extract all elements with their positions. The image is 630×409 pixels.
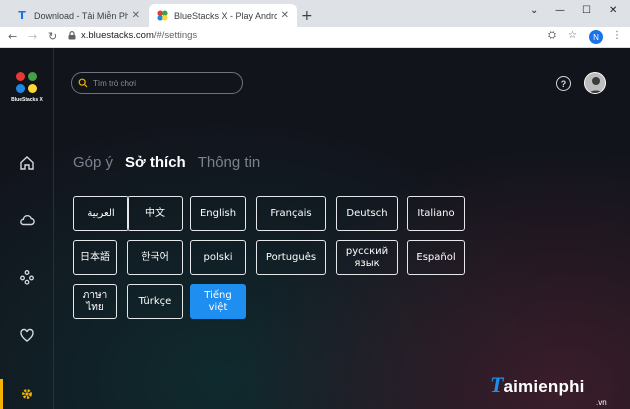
tab-title: BlueStacks X - Play Android gam — [174, 10, 277, 21]
browser-tab-download[interactable]: T Download - Tải Miễn Phí VN - Ph ✕ — [8, 4, 148, 27]
gear-icon[interactable] — [18, 385, 36, 403]
taimienphi-watermark: T aimienphi .vn — [490, 372, 607, 407]
url-host: x.bluestacks.com — [81, 30, 154, 41]
lock-icon — [68, 31, 76, 40]
language-option-japanese[interactable]: 日本語 — [73, 240, 117, 275]
minimize-button[interactable]: — — [555, 5, 565, 16]
bluestacks-favicon-icon — [157, 10, 168, 21]
language-option-korean[interactable]: 한국어 — [127, 240, 183, 275]
bluestacks-logo[interactable]: BlueStacks X — [10, 72, 44, 103]
language-option-turkish[interactable]: Türkçe — [127, 284, 183, 319]
profile-avatar[interactable]: N — [589, 30, 603, 44]
home-icon[interactable] — [18, 154, 36, 172]
user-avatar[interactable] — [584, 72, 606, 94]
language-option-chinese[interactable]: 中文 — [127, 196, 183, 231]
taimienphi-favicon-icon: T — [18, 9, 26, 22]
language-option-portuguese[interactable]: Português — [256, 240, 326, 275]
search-placeholder: Tìm trò chơi — [93, 78, 137, 88]
maximize-button[interactable]: ☐ — [582, 5, 591, 16]
language-option-french[interactable]: Français — [256, 196, 326, 231]
close-tab-icon[interactable]: ✕ — [132, 10, 140, 21]
close-window-button[interactable]: ✕ — [609, 5, 617, 16]
browser-tab-strip: T Download - Tải Miễn Phí VN - Ph ✕ Blue… — [0, 0, 630, 27]
forward-arrow-icon[interactable]: → — [28, 30, 37, 43]
search-icon — [78, 78, 88, 88]
tab-search-chevron-down-icon[interactable]: ⌄ — [530, 5, 538, 16]
new-tab-button[interactable]: + — [301, 8, 313, 24]
star-icon[interactable]: ☆ — [568, 30, 577, 41]
address-bar[interactable]: x.bluestacks.com/#/settings — [68, 30, 197, 41]
language-option-arabic[interactable]: العربية — [73, 196, 129, 231]
tab-info[interactable]: Thông tin — [198, 154, 261, 171]
watermark-suffix: .vn — [596, 398, 607, 407]
url-path: /#/settings — [153, 30, 198, 41]
back-arrow-icon[interactable]: ← — [8, 30, 17, 43]
language-option-thai[interactable]: ภาษาไทย — [73, 284, 117, 319]
language-option-english[interactable]: English — [190, 196, 246, 231]
search-input[interactable]: Tìm trò chơi — [71, 72, 243, 94]
tab-feedback[interactable]: Góp ý — [73, 154, 113, 171]
language-option-polish[interactable]: polski — [190, 240, 246, 275]
browser-toolbar: ← → ↻ x.bluestacks.com/#/settings ⛭ ☆ N … — [0, 27, 630, 48]
sidebar: BlueStacks X — [0, 48, 54, 409]
settings-tabs: Góp ý Sở thích Thông tin — [73, 154, 260, 171]
close-tab-icon[interactable]: ✕ — [281, 10, 289, 21]
help-icon[interactable]: ? — [556, 76, 571, 91]
heart-icon[interactable] — [18, 326, 36, 344]
language-option-spanish[interactable]: Español — [407, 240, 465, 275]
language-option-russian[interactable]: русский язык — [336, 240, 398, 275]
language-option-german[interactable]: Deutsch — [336, 196, 398, 231]
language-option-italian[interactable]: Italiano — [407, 196, 465, 231]
bluestacks-logo-icon — [16, 72, 38, 94]
apps-icon[interactable] — [18, 268, 36, 286]
browser-tab-bluestacks[interactable]: BlueStacks X - Play Android gam ✕ — [149, 4, 297, 27]
menu-dots-icon[interactable]: ⋮ — [612, 30, 622, 41]
watermark-initial: T — [490, 372, 504, 397]
translate-icon[interactable]: ⛭ — [548, 30, 556, 41]
cloud-icon[interactable] — [18, 211, 36, 229]
tab-title: Download - Tải Miễn Phí VN - Ph — [34, 10, 128, 21]
bluestacks-app: BlueStacks X Tìm trò chơi ? Góp ý Sở thí… — [0, 48, 630, 409]
watermark-text: aimienphi — [503, 377, 585, 396]
active-nav-indicator — [0, 379, 3, 409]
language-option-vietnamese[interactable]: Tiếng việt — [190, 284, 246, 319]
tab-preferences[interactable]: Sở thích — [125, 154, 186, 171]
reload-icon[interactable]: ↻ — [48, 30, 57, 43]
logo-text: BlueStacks X — [11, 97, 43, 103]
